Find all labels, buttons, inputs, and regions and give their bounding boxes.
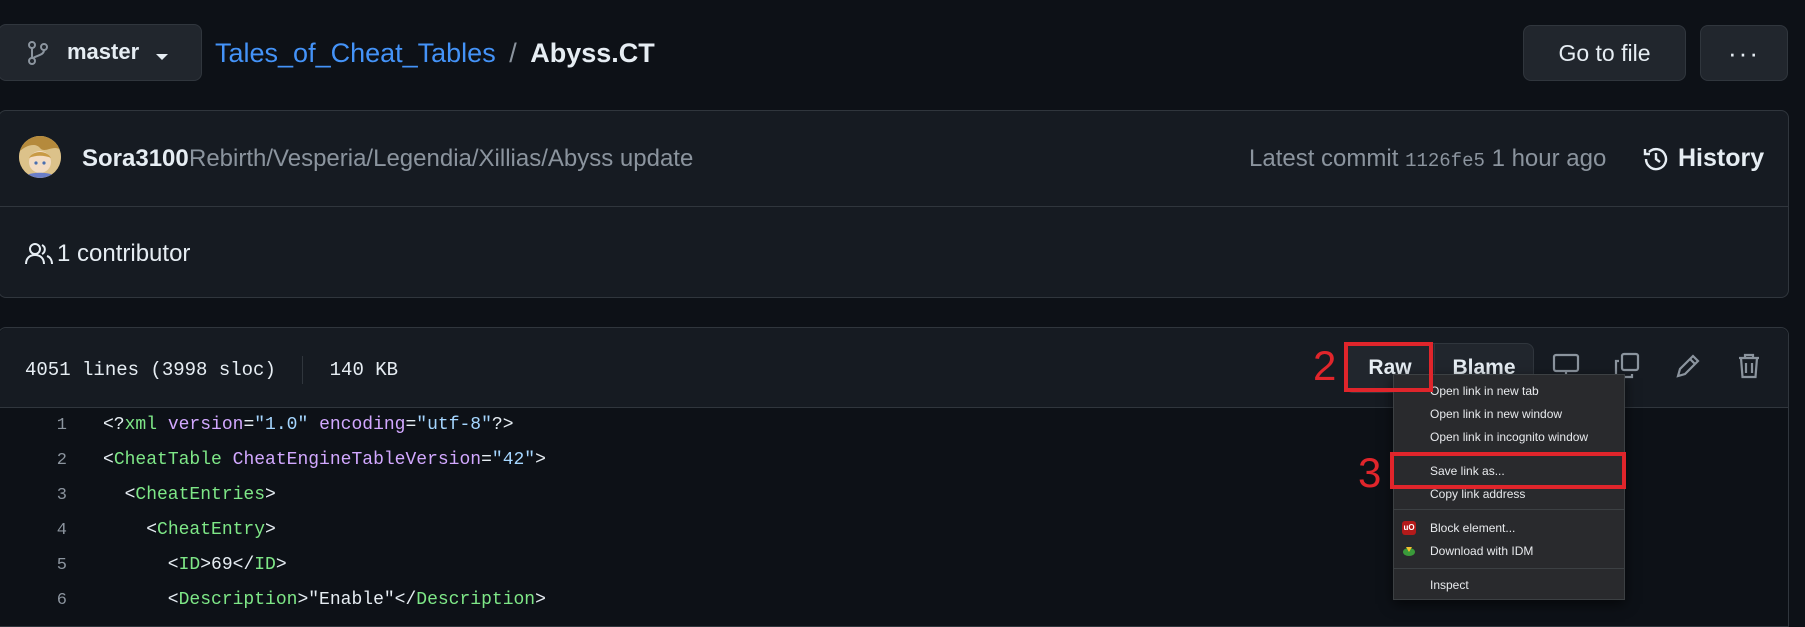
branch-selector[interactable]: master — [0, 24, 202, 81]
code-token: = — [405, 415, 417, 435]
code-token: < — [103, 485, 136, 505]
code-token: ID — [178, 555, 201, 575]
file-size: 140 KB — [329, 359, 399, 382]
kebab-horizontal-icon: ··· — [1728, 38, 1760, 68]
code-token: = — [243, 415, 255, 435]
commit-time: 1 hour ago — [1491, 145, 1607, 172]
pencil-icon — [1674, 352, 1702, 380]
history-label: History — [1678, 144, 1765, 172]
line-number[interactable]: 6 — [0, 583, 67, 618]
code-token: < — [103, 520, 158, 540]
delete-file-button[interactable] — [1729, 346, 1769, 386]
line-number[interactable]: 5 — [0, 548, 67, 583]
code-token: ?> — [491, 415, 514, 435]
code-token: < — [103, 590, 179, 610]
menu-separator — [1394, 509, 1624, 510]
code-token: encoding — [308, 415, 406, 435]
commit-divider — [0, 206, 1788, 207]
code-token: CheatEntries — [135, 485, 266, 505]
save-link-highlight-box — [1390, 452, 1626, 489]
code-token: < — [103, 555, 179, 575]
line-number[interactable]: 3 — [0, 478, 67, 513]
file-info: 4051 lines (3998 sloc) 140 KB — [25, 356, 398, 384]
line-number[interactable]: 1 — [0, 408, 67, 443]
code-token: < — [103, 450, 114, 470]
more-options-button[interactable]: ··· — [1700, 25, 1788, 81]
edit-file-button[interactable] — [1668, 346, 1708, 386]
code-token: = — [481, 450, 492, 470]
code-text: <?xml version="1.0" encoding="utf-8"?> — [103, 408, 514, 443]
code-token: ID — [254, 555, 276, 575]
raw-highlight-box — [1344, 342, 1433, 392]
go-to-file-button[interactable]: Go to file — [1523, 25, 1686, 81]
code-token: > — [265, 485, 276, 505]
menu-inspect[interactable]: Inspect — [1394, 574, 1624, 596]
code-token: "1.0" — [254, 415, 309, 435]
commit-meta: Latest commit 1126fe5 1 hour ago — [1249, 145, 1606, 173]
code-token: "utf-8" — [416, 415, 492, 435]
chevron-down-icon — [155, 49, 169, 67]
commit-author[interactable]: Sora3100 — [82, 145, 189, 173]
file-info-divider — [302, 356, 304, 384]
menu-block-element[interactable]: Block element... — [1394, 517, 1624, 539]
contributors-label: 1 contributor — [57, 240, 191, 267]
go-to-file-label: Go to file — [1558, 39, 1651, 66]
latest-commit-panel — [0, 110, 1789, 298]
trash-icon — [1736, 352, 1762, 380]
code-token: > — [535, 590, 546, 610]
branch-name: master — [67, 39, 140, 64]
code-token: CheatEntry — [157, 520, 266, 540]
contributors-link[interactable]: 1 contributor — [25, 240, 190, 268]
code-token: "42" — [491, 450, 536, 470]
breadcrumb-separator: / — [509, 38, 517, 68]
code-token: CheatTable — [113, 450, 222, 470]
git-branch-icon — [27, 41, 49, 70]
code-token: >69</ — [200, 555, 255, 575]
latest-commit-label: Latest commit — [1249, 145, 1399, 172]
code-token: > — [535, 450, 546, 470]
menu-download-idm[interactable]: Download with IDM — [1394, 540, 1624, 562]
code-token: CheatEngineTableVersion — [221, 450, 482, 470]
step-2-annotation: 2 — [1313, 342, 1337, 389]
code-text: <CheatEntry> — [103, 513, 276, 548]
commit-sha[interactable]: 1126fe5 — [1405, 150, 1485, 172]
commit-message[interactable]: Rebirth/Vesperia/Legendia/Xillias/Abyss … — [189, 145, 693, 173]
code-token: >"Enable"</ — [297, 590, 417, 610]
avatar[interactable] — [19, 136, 61, 178]
code-text: <CheatTable CheatEngineTableVersion="42"… — [103, 443, 546, 478]
line-number[interactable]: 2 — [0, 443, 67, 478]
code-token: <? — [103, 415, 125, 435]
code-token: xml — [124, 415, 158, 435]
code-token: Description — [416, 590, 536, 610]
breadcrumb-file-name: Abyss.CT — [530, 38, 655, 68]
history-link[interactable]: History — [1642, 144, 1764, 173]
breadcrumb: Tales_of_Cheat_Tables / Abyss.CT — [215, 38, 655, 69]
code-text: <Description>"Enable"</Description> — [103, 583, 546, 618]
code-token: version — [157, 415, 244, 435]
code-token: Description — [178, 590, 298, 610]
code-token: > — [275, 555, 287, 575]
people-icon — [25, 242, 53, 266]
code-text: <ID>69</ID> — [103, 548, 287, 583]
breadcrumb-repo-link[interactable]: Tales_of_Cheat_Tables — [215, 38, 496, 68]
code-token: > — [265, 520, 276, 540]
line-number[interactable]: 4 — [0, 513, 67, 548]
menu-separator — [1394, 568, 1624, 569]
code-text: <CheatEntries> — [103, 478, 276, 513]
menu-open-new-window[interactable]: Open link in new window — [1394, 403, 1624, 425]
step-3-annotation: 3 — [1358, 449, 1382, 496]
menu-open-incognito[interactable]: Open link in incognito window — [1394, 426, 1624, 448]
file-lines: 4051 lines (3998 sloc) — [25, 359, 276, 382]
history-icon — [1642, 145, 1670, 173]
